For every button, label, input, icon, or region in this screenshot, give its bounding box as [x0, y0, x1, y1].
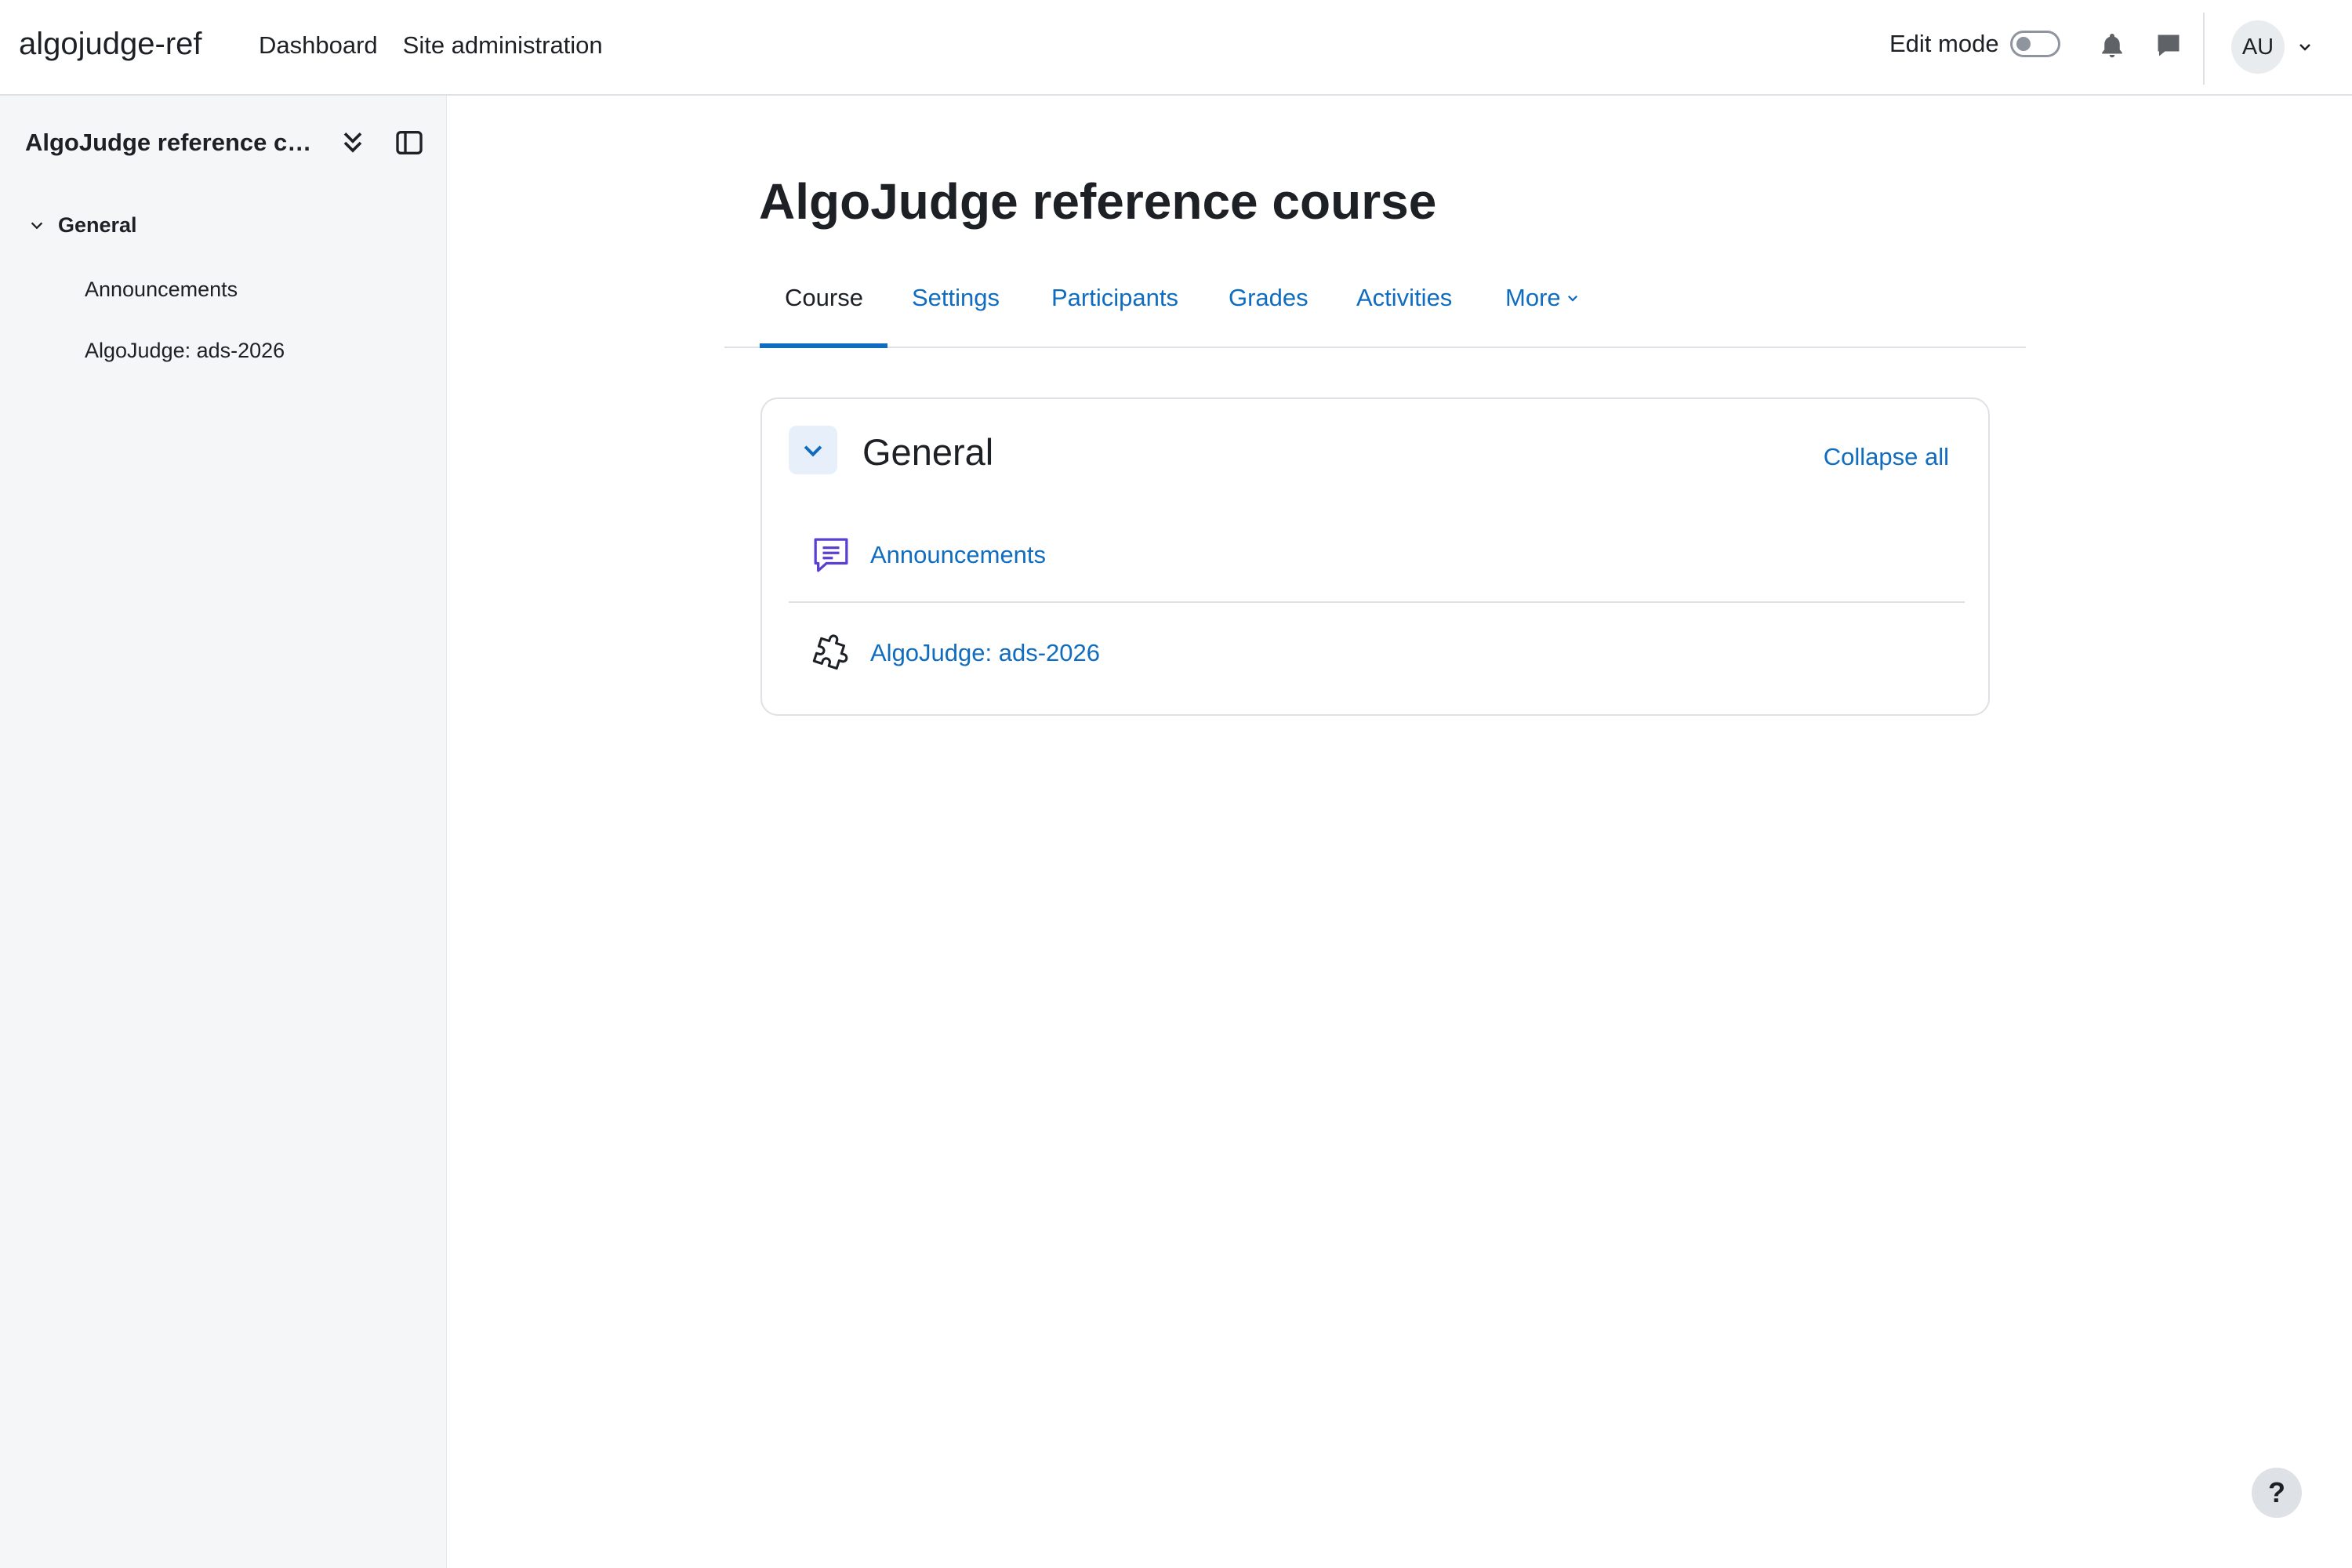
site-brand[interactable]: algojudge-ref: [19, 27, 202, 62]
nav-link-site-administration[interactable]: Site administration: [403, 31, 603, 60]
course-index-drawer: AlgoJudge reference course General Annou…: [0, 96, 447, 1568]
drawer-item-announcements[interactable]: Announcements: [85, 278, 238, 302]
puzzle-icon: [812, 634, 848, 670]
drawer-section-label: General: [58, 213, 137, 237]
drawer-item-algojudge[interactable]: AlgoJudge: ads-2026: [85, 339, 285, 363]
activity-row: Announcements: [789, 509, 1965, 603]
activity-row: AlgoJudge: ads-2026: [789, 606, 1965, 700]
tab-activities[interactable]: Activities: [1356, 284, 1452, 312]
tab-more[interactable]: More: [1505, 284, 1580, 312]
nav-link-dashboard[interactable]: Dashboard: [259, 31, 378, 60]
toggle-knob: [2016, 37, 2031, 51]
section-collapse-button[interactable]: [789, 426, 837, 474]
active-tab-indicator: [760, 343, 887, 348]
collapse-all-link[interactable]: Collapse all: [1824, 443, 1949, 471]
messages-icon[interactable]: [2154, 31, 2183, 60]
bell-icon[interactable]: [2098, 31, 2126, 60]
edit-mode-toggle[interactable]: [2009, 31, 2060, 57]
help-button[interactable]: ?: [2252, 1468, 2302, 1518]
tab-course[interactable]: Course: [785, 284, 863, 312]
top-navbar: algojudge-ref Dashboard Site administrat…: [0, 0, 2352, 96]
tab-grades[interactable]: Grades: [1229, 284, 1308, 312]
drawer-section-general[interactable]: General: [28, 213, 137, 238]
tab-participants[interactable]: Participants: [1051, 284, 1178, 312]
edit-mode-control: Edit mode: [1889, 30, 2060, 58]
chevron-down-icon[interactable]: [2296, 38, 2314, 56]
tab-more-label: More: [1505, 284, 1561, 311]
edit-mode-label: Edit mode: [1889, 30, 1999, 57]
activity-link-announcements[interactable]: Announcements: [870, 541, 1046, 569]
section-title: General: [862, 431, 994, 473]
close-drawer-icon[interactable]: [394, 127, 425, 158]
chevron-down-icon: [1567, 295, 1577, 302]
course-secondary-nav: Course Settings Participants Grades Acti…: [724, 274, 2026, 348]
user-avatar[interactable]: AU: [2231, 20, 2285, 74]
activity-link-algojudge[interactable]: AlgoJudge: ads-2026: [870, 639, 1100, 667]
chevron-down-icon: [804, 445, 822, 457]
course-section-general: General Collapse all Announcements AlgoJ…: [760, 397, 1990, 716]
drawer-course-title[interactable]: AlgoJudge reference course: [25, 129, 323, 157]
collapse-all-sections-icon[interactable]: [337, 127, 368, 158]
page-title: AlgoJudge reference course: [759, 173, 1437, 230]
forum-icon: [814, 538, 848, 572]
tab-settings[interactable]: Settings: [912, 284, 1000, 312]
navbar-divider: [2203, 13, 2205, 85]
chevron-down-icon[interactable]: [28, 217, 45, 234]
primary-navigation: Dashboard Site administration: [259, 31, 603, 60]
